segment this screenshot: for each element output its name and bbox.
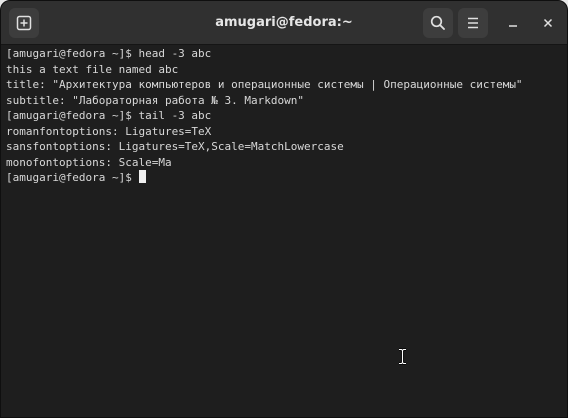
text-cursor <box>139 170 147 183</box>
terminal-line: [amugari@fedora ~]$ head -3 abc <box>6 47 212 60</box>
terminal-line: monofontoptions: Scale=Ma <box>6 155 172 169</box>
minimize-button[interactable] <box>500 10 526 36</box>
terminal-line: sansfontoptions: Ligatures=TeX,Scale=Mat… <box>6 140 344 153</box>
prompt-line[interactable]: [amugari@fedora ~]$ <box>6 170 562 186</box>
terminal-line: subtitle: "Лабораторная работа № 3. Mark… <box>6 93 305 107</box>
terminal-output[interactable]: [amugari@fedora ~]$ head -3 abc this a t… <box>6 46 562 416</box>
terminal-line: [amugari@fedora ~]$ tail -3 abc <box>6 109 212 122</box>
search-button[interactable] <box>423 8 453 38</box>
terminal-line: title: "Архитектура компьютеров и операц… <box>6 78 523 91</box>
new-tab-button[interactable] <box>9 8 39 38</box>
hamburger-menu-icon <box>468 17 478 29</box>
close-button[interactable] <box>535 10 561 36</box>
mouse-ibeam-cursor-icon <box>398 348 407 370</box>
terminal-line: romanfontoptions: Ligatures=TeX <box>6 124 212 138</box>
terminal-window: amugari@fedora:~ [amugari@fedora ~]$ hea… <box>0 0 568 418</box>
menu-button[interactable] <box>458 8 488 38</box>
search-icon <box>430 15 445 30</box>
shell-prompt: [amugari@fedora ~]$ <box>6 171 139 184</box>
new-tab-icon <box>16 15 32 31</box>
close-icon <box>543 18 553 28</box>
minimize-icon <box>509 25 517 27</box>
window-title: amugari@fedora:~ <box>215 15 353 30</box>
terminal-line: this a text file named abc <box>6 62 179 76</box>
title-bar: amugari@fedora:~ <box>1 1 567 45</box>
